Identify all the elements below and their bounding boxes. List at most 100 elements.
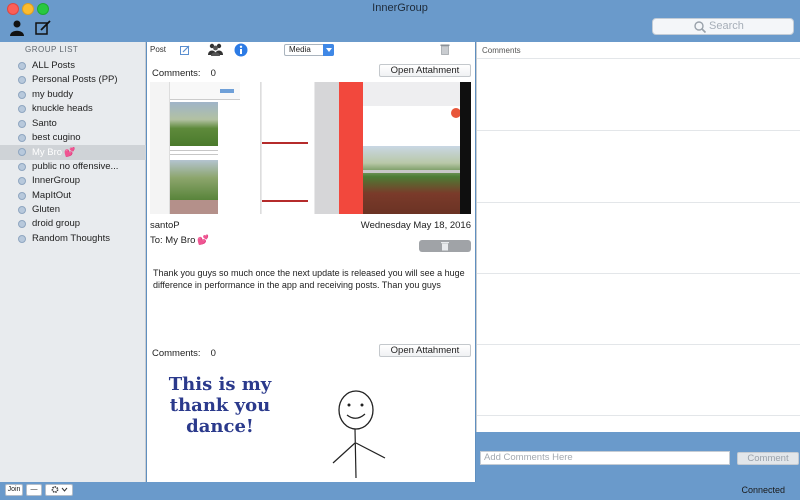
group-icon [18, 119, 26, 128]
comments-pane: Comments [476, 42, 800, 432]
group-label: Random Thoughts [32, 232, 110, 244]
group-item[interactable]: ALL Posts [0, 59, 146, 73]
group-list: ALL Posts Personal Posts (PP) my buddy k… [0, 59, 146, 246]
group-icon [18, 191, 26, 200]
comment-button[interactable]: Comment [737, 452, 799, 465]
group-icon [18, 105, 26, 114]
post-comments-count: Comments: 0 [152, 348, 216, 359]
yard-photo [170, 102, 218, 146]
delete-action [339, 82, 363, 214]
search-icon [694, 21, 707, 34]
group-item[interactable]: knuckle heads [0, 102, 146, 116]
settings-menu-button[interactable] [45, 484, 73, 496]
group-label: droid group [32, 218, 81, 230]
comments-count: 0 [210, 348, 216, 359]
group-icon [18, 234, 26, 243]
group-item[interactable]: Santo [0, 117, 146, 131]
group-label: my buddy [32, 88, 74, 100]
join-button[interactable]: Join [5, 484, 23, 496]
screenshot-panel [150, 82, 261, 214]
bottom-status-bar: Join — Connected [0, 482, 800, 500]
media-select-value: Media [289, 45, 311, 54]
posts-pane: Post Media Comments: 0 Open Attahment sa… [147, 42, 475, 482]
group-icon [18, 162, 26, 171]
comments-label: Comments: [152, 348, 201, 359]
post-attachment-image[interactable]: This is my thank you dance! [150, 366, 471, 482]
comment-row-divider [477, 130, 800, 131]
garden-photo [363, 146, 460, 214]
thumbnail [170, 200, 218, 214]
post-date: Wednesday May 18, 2016 [360, 220, 471, 231]
group-icon [18, 205, 26, 214]
group-sidebar: GROUP LIST ALL Posts Personal Posts (PP)… [0, 42, 146, 482]
remove-group-button[interactable]: — [26, 484, 42, 496]
group-label: ALL Posts [32, 60, 75, 71]
new-post-icon[interactable] [180, 45, 190, 55]
comment-row-divider [477, 202, 800, 203]
compose-icon[interactable] [34, 19, 52, 37]
divider [170, 150, 218, 151]
group-item[interactable]: MapItOut [0, 189, 146, 203]
group-item[interactable]: droid group [0, 217, 146, 231]
title-bar: InnerGroup Search [0, 0, 800, 42]
post-label: Post [150, 45, 167, 54]
group-icon [18, 133, 26, 142]
comment-row-divider [477, 273, 800, 274]
group-label: Gluten [32, 203, 60, 215]
post-toolbar: Post Media [147, 42, 475, 59]
list-column [150, 82, 170, 214]
image-caption-text: This is my thank you dance! [168, 374, 272, 437]
more-action [315, 82, 339, 214]
divider [170, 154, 218, 155]
post-recipient: To: My Bro 💕 [150, 235, 209, 246]
popup-panel [170, 82, 240, 100]
comment-input[interactable]: Add Comments Here [480, 451, 730, 465]
yard-photo [170, 160, 218, 200]
fence-rail [363, 170, 460, 173]
window-title: InnerGroup [372, 2, 428, 14]
group-item[interactable]: public no offensive... [0, 160, 146, 174]
open-attachment-button[interactable]: Open Attahment [379, 64, 471, 77]
group-label: knuckle heads [32, 103, 93, 115]
group-item[interactable]: Gluten [0, 203, 146, 217]
comments-label: Comments: [152, 68, 201, 79]
group-item[interactable]: Random Thoughts [0, 232, 146, 246]
person-icon[interactable] [8, 19, 26, 37]
trash-icon [441, 242, 449, 251]
group-icon [18, 76, 26, 85]
group-item[interactable]: InnerGroup [0, 174, 146, 188]
group-item-selected[interactable]: My Bro 💕 [0, 145, 146, 160]
comment-row-divider [477, 58, 800, 59]
group-icon [18, 62, 26, 70]
delete-post-button[interactable] [419, 240, 471, 252]
chevron-down-icon [323, 44, 334, 56]
comment-row-divider [477, 344, 800, 345]
text-panel [262, 82, 314, 214]
recipient-label: To: My Bro [150, 235, 196, 246]
photo-panel [363, 82, 461, 214]
stick-figure-drawing [332, 390, 386, 479]
red-divider [262, 200, 308, 202]
group-item[interactable]: my buddy [0, 88, 146, 102]
trash-icon[interactable] [440, 43, 450, 55]
group-members-icon[interactable] [208, 43, 223, 56]
popup-button [220, 89, 234, 93]
group-label: MapItOut [32, 189, 72, 201]
group-label: best cugino [32, 131, 81, 143]
group-item[interactable]: Personal Posts (PP) [0, 73, 146, 87]
post-attachment-image[interactable] [150, 82, 471, 214]
comment-compose-bar: Add Comments Here Comment [476, 432, 800, 482]
search-input[interactable]: Search [652, 18, 794, 35]
info-icon[interactable] [234, 43, 248, 57]
group-label: InnerGroup [32, 175, 81, 187]
media-select[interactable]: Media [284, 44, 334, 56]
group-item[interactable]: best cugino [0, 131, 146, 145]
post-author: santoP [150, 220, 180, 231]
heart-emoji: 💕 [197, 235, 210, 246]
group-icon [18, 177, 26, 186]
dark-edge [460, 82, 471, 214]
open-attachment-button[interactable]: Open Attahment [379, 344, 471, 357]
panel-header [363, 82, 460, 106]
group-label: public no offensive... [32, 160, 119, 172]
post-body: Thank you guys so much once the next upd… [153, 268, 465, 290]
